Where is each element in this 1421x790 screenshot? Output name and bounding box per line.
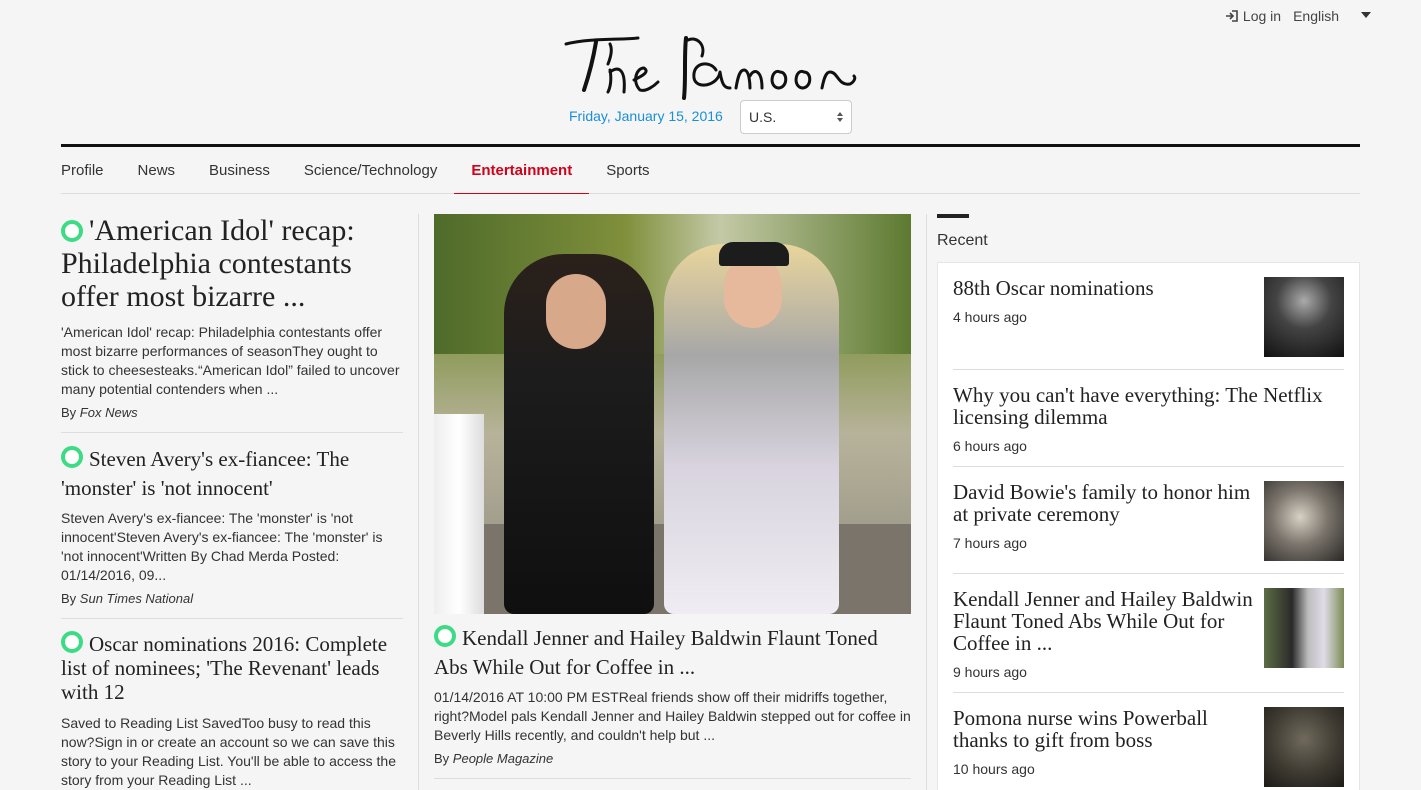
story-headline[interactable]: Oscar nominations 2016: Complete list of… [61, 631, 403, 704]
ring-icon [61, 220, 83, 242]
story-item: Steven Avery's ex-fiancee: The 'monster'… [61, 445, 403, 619]
site-logo[interactable] [560, 30, 860, 100]
nav-item-news[interactable]: News [121, 147, 193, 194]
language-label: English [1293, 8, 1339, 24]
story-headline[interactable]: Kendall Jenner and Hailey Baldwin Flaunt… [434, 624, 911, 682]
updown-icon [837, 112, 843, 122]
story-summary: 01/14/2016 AT 10:00 PM ESTReal friends s… [434, 689, 911, 743]
recent-item[interactable]: 88th Oscar nominations 4 hours ago [953, 263, 1344, 370]
recent-sidebar: Recent 88th Oscar nominations 4 hours ag… [937, 214, 1360, 790]
chevron-down-icon [1361, 12, 1371, 18]
recent-item[interactable]: Why you can't have everything: The Netfl… [953, 370, 1344, 467]
region-value: U.S. [749, 109, 777, 125]
ring-icon [61, 631, 83, 653]
story-headline-text: 'American Idol' recap: Philadelphia cont… [61, 214, 355, 313]
story-summary: Saved to Reading List SavedToo busy to r… [61, 715, 396, 788]
nav-item-business[interactable]: Business [192, 147, 287, 194]
top-bar: Log in English [1225, 8, 1371, 24]
nav-item-sports[interactable]: Sports [589, 147, 666, 194]
story-headline-text: Kendall Jenner and Hailey Baldwin Flaunt… [434, 626, 878, 679]
column-divider [926, 214, 927, 790]
recent-accent-bar [937, 214, 969, 218]
left-story-column: 'American Idol' recap: Philadelphia cont… [61, 214, 403, 790]
story-summary: Steven Avery's ex-fiancee: The 'monster'… [61, 510, 383, 583]
story-source: Sun Times National [79, 591, 194, 606]
language-selector[interactable]: English [1293, 8, 1371, 24]
recent-item-title[interactable]: Why you can't have everything: The Netfl… [953, 384, 1344, 428]
recent-item-thumbnail[interactable] [1264, 588, 1344, 668]
story-source: People Magazine [452, 751, 554, 766]
recent-heading: Recent [937, 232, 988, 249]
story-source: Fox News [79, 405, 138, 420]
story-byline: By Fox News [61, 405, 403, 420]
section-nav: Profile News Business Science/Technology… [61, 144, 1360, 194]
story-summary: 'American Idol' recap: Philadelphia cont… [61, 324, 400, 397]
region-select[interactable]: U.S. [740, 100, 852, 134]
recent-item-title[interactable]: David Bowie's family to honor him at pri… [953, 481, 1256, 525]
recent-item[interactable]: Kendall Jenner and Hailey Baldwin Flaunt… [953, 574, 1344, 693]
featured-photo[interactable] [434, 214, 911, 614]
nav-item-science-technology[interactable]: Science/Technology [287, 147, 454, 194]
ring-icon [61, 446, 83, 468]
story-byline: By People Magazine [434, 751, 911, 766]
recent-item[interactable]: Pomona nurse wins Powerball thanks to gi… [953, 693, 1344, 790]
recent-list: 88th Oscar nominations 4 hours ago Why y… [937, 262, 1360, 790]
story-headline-text: Steven Avery's ex-fiancee: The 'monster'… [61, 447, 350, 500]
login-label: Log in [1242, 8, 1282, 24]
recent-item[interactable]: David Bowie's family to honor him at pri… [953, 467, 1344, 574]
ring-icon [434, 625, 456, 647]
byline-prefix: By [61, 591, 77, 606]
nav-item-entertainment[interactable]: Entertainment [454, 147, 590, 194]
recent-item-time: 10 hours ago [953, 761, 1035, 777]
recent-item-time: 6 hours ago [953, 438, 1027, 454]
story-item: Oscar nominations 2016: Complete list of… [61, 631, 403, 790]
story-headline[interactable]: Steven Avery's ex-fiancee: The 'monster'… [61, 445, 403, 503]
recent-item-title[interactable]: 88th Oscar nominations [953, 277, 1154, 299]
nav-item-profile[interactable]: Profile [61, 147, 121, 194]
login-icon [1225, 10, 1238, 22]
column-divider [418, 214, 419, 790]
recent-item-title[interactable]: Pomona nurse wins Powerball thanks to gi… [953, 707, 1256, 751]
date-display: Friday, January 15, 2016 [569, 108, 723, 124]
recent-item-time: 7 hours ago [953, 535, 1027, 551]
recent-item-thumbnail[interactable] [1264, 481, 1344, 561]
recent-item-time: 4 hours ago [953, 309, 1027, 325]
byline-prefix: By [434, 751, 450, 766]
recent-item-thumbnail[interactable] [1264, 707, 1344, 787]
story-item: 'American Idol' recap: Philadelphia cont… [61, 214, 403, 433]
recent-item-time: 9 hours ago [953, 664, 1027, 680]
story-item: Kendall Jenner and Hailey Baldwin Flaunt… [434, 624, 911, 779]
recent-item-title[interactable]: Kendall Jenner and Hailey Baldwin Flaunt… [953, 588, 1256, 654]
featured-story: Kendall Jenner and Hailey Baldwin Flaunt… [434, 214, 911, 790]
story-byline: By Sun Times National [61, 591, 403, 606]
recent-item-thumbnail[interactable] [1264, 277, 1344, 357]
byline-prefix: By [61, 405, 77, 420]
login-link[interactable]: Log in [1225, 8, 1281, 24]
story-headline[interactable]: 'American Idol' recap: Philadelphia cont… [61, 214, 403, 313]
story-headline-text: Oscar nominations 2016: Complete list of… [61, 632, 388, 704]
